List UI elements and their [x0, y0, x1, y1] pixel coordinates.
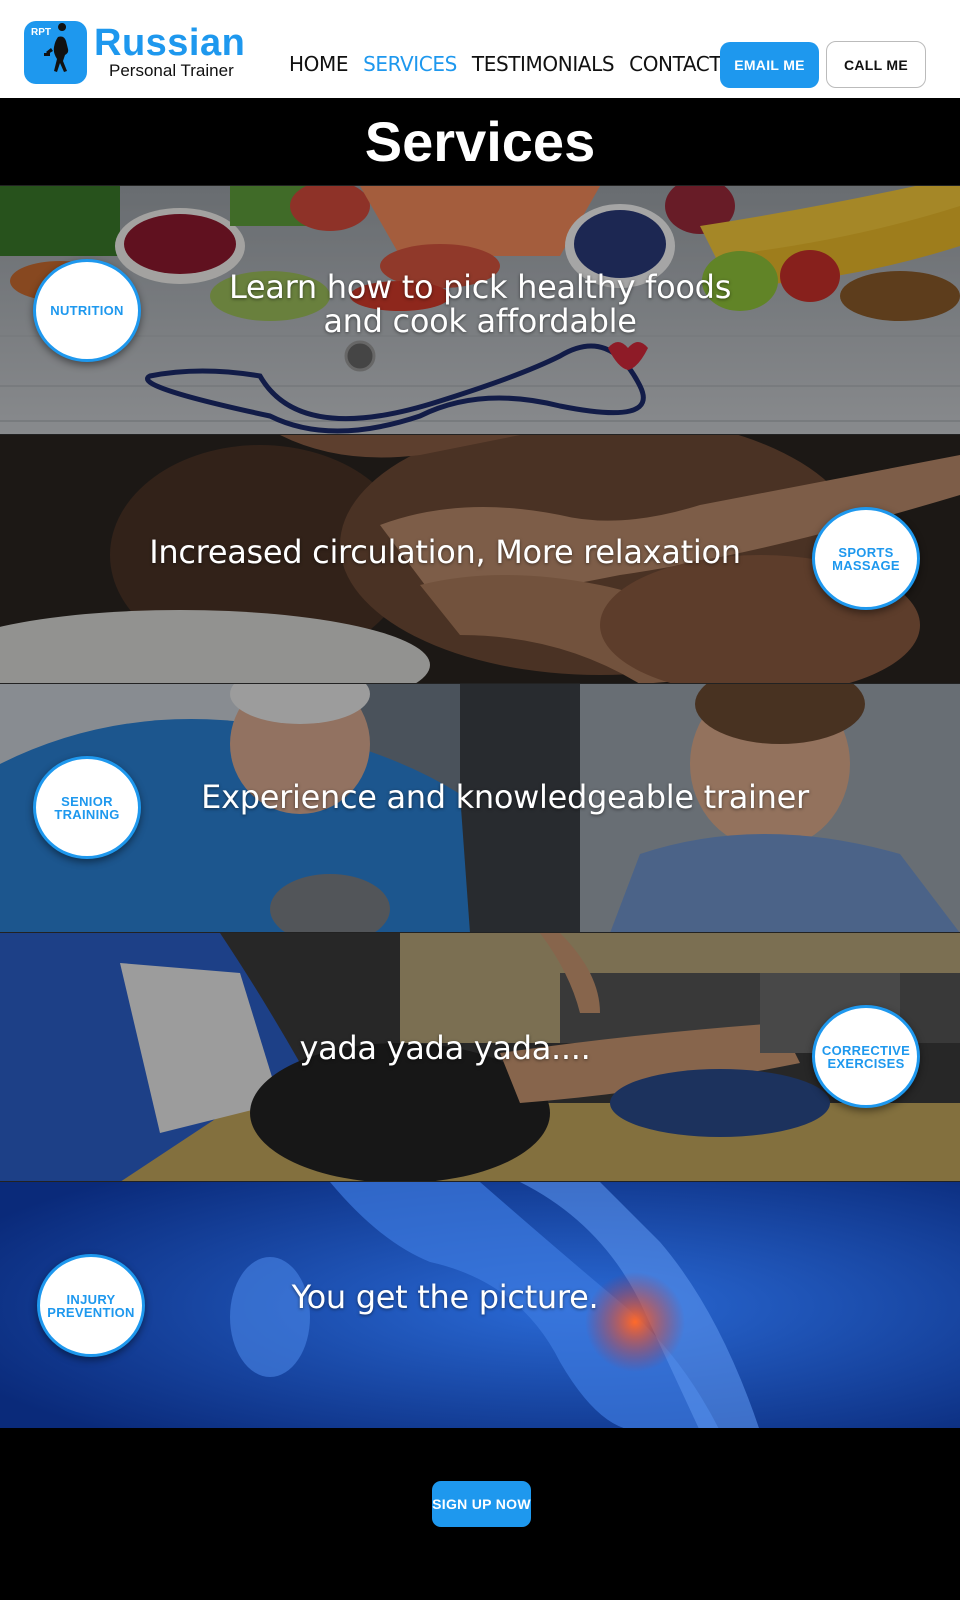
logo-abbreviation: RPT	[31, 27, 51, 38]
service-caption: You get the picture.	[291, 1278, 599, 1316]
main-nav: HOME SERVICES TESTIMONIALS CONTACT	[289, 52, 736, 76]
nutrition-badge[interactable]: NUTRITION	[33, 259, 141, 362]
page-title: Services	[0, 98, 960, 185]
nav-testimonials[interactable]: TESTIMONIALS	[472, 52, 615, 76]
logo[interactable]: RPT	[24, 21, 87, 84]
service-corrective-exercises: yada yada yada.... CORRECTIVE EXERCISES	[0, 932, 960, 1181]
service-caption: Increased circulation, More relaxation	[149, 533, 741, 571]
service-caption: yada yada yada....	[299, 1029, 591, 1067]
nav-contact[interactable]: CONTACT	[629, 52, 721, 76]
logo-wordmark[interactable]: Russian	[94, 24, 245, 62]
nav-services[interactable]: SERVICES	[363, 52, 457, 76]
sign-up-button[interactable]: SIGN UP NOW	[432, 1481, 531, 1527]
injury-prevention-badge[interactable]: INJURY PREVENTION	[37, 1254, 145, 1357]
nav-home[interactable]: HOME	[289, 52, 348, 76]
service-sports-massage: Increased circulation, More relaxation S…	[0, 434, 960, 683]
call-me-button[interactable]: CALL ME	[826, 41, 926, 88]
corrective-exercises-badge[interactable]: CORRECTIVE EXERCISES	[812, 1005, 920, 1108]
site-header: RPT Russian Personal Trainer HOME SERVIC…	[0, 0, 960, 98]
service-nutrition: Learn how to pick healthy foods and cook…	[0, 185, 960, 434]
senior-training-badge[interactable]: SENIOR TRAINING	[33, 756, 141, 859]
service-injury-prevention: You get the picture. INJURY PREVENTION	[0, 1181, 960, 1430]
service-senior-training: Experience and knowledgeable trainer SEN…	[0, 683, 960, 932]
sports-massage-badge[interactable]: SPORTS MASSAGE	[812, 507, 920, 610]
caption-line: Learn how to pick healthy foods	[228, 268, 732, 306]
service-caption: Learn how to pick healthy foods and cook…	[200, 270, 760, 338]
email-me-button[interactable]: EMAIL ME	[720, 42, 819, 88]
caption-line: and cook affordable	[323, 302, 637, 340]
logo-subtitle: Personal Trainer	[109, 61, 234, 80]
service-caption: Experience and knowledgeable trainer	[201, 778, 809, 816]
